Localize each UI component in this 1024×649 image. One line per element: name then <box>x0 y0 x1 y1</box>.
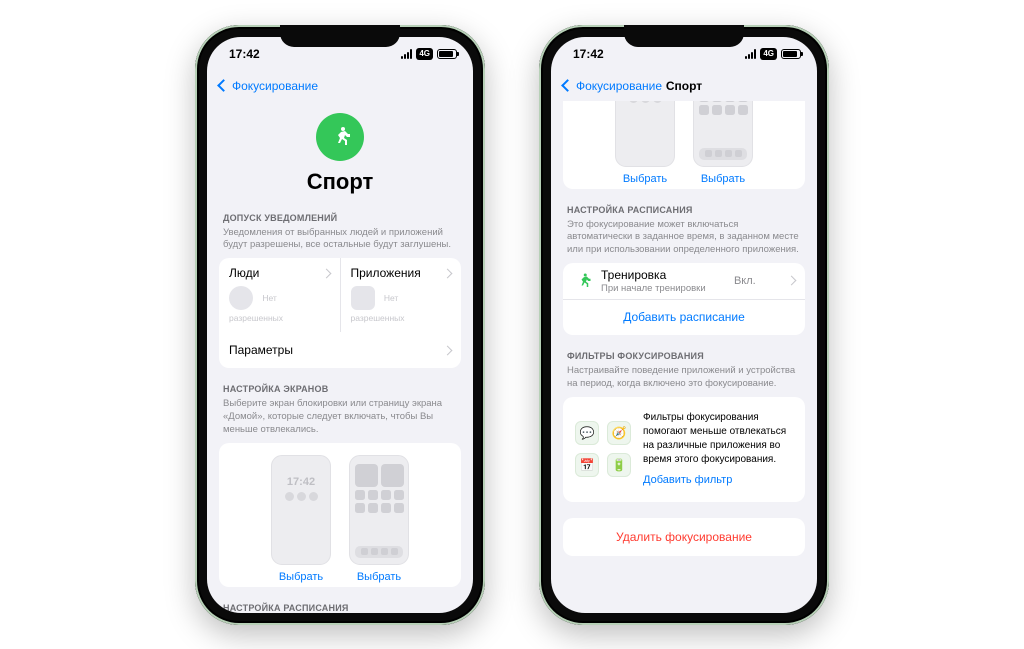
card-notifications: Люди Нет разрешенных Приложения <box>219 258 461 368</box>
select-home-button[interactable]: Выбрать <box>349 571 409 583</box>
section-header-notifications: ДОПУСК УВЕДОМЛЕНИЙ <box>223 213 457 223</box>
workout-state: Вкл. <box>734 275 756 287</box>
card-schedule: Тренировка При начале тренировки Вкл. До… <box>563 263 805 335</box>
chevron-right-icon <box>321 268 331 278</box>
workout-sub: При начале тренировки <box>601 283 706 294</box>
signal-icon <box>745 49 756 59</box>
battery-icon <box>437 49 457 59</box>
chevron-right-icon <box>443 345 453 355</box>
home-screen-preview[interactable]: Выбрать <box>349 455 409 583</box>
options-label: Параметры <box>229 343 293 357</box>
people-label: Люди <box>229 266 259 280</box>
content: 17:42 Выбрать Выбрать <box>551 101 817 613</box>
screen: 17:42 4G Фокусирование Спорт 17:42 <box>551 37 817 613</box>
lock-screen-preview[interactable]: 17:42 Выбрать <box>271 455 331 583</box>
apps-label: Приложения <box>351 266 421 280</box>
workout-label: Тренировка <box>601 268 706 282</box>
notch <box>280 25 400 47</box>
content: Спорт ДОПУСК УВЕДОМЛЕНИЙ Уведомления от … <box>207 101 473 613</box>
safari-tile-icon: 🧭 <box>607 421 631 445</box>
lock-screen-preview[interactable]: 17:42 Выбрать <box>615 101 675 185</box>
network-badge: 4G <box>416 48 433 60</box>
page-title: Спорт <box>219 169 461 195</box>
battery-icon <box>781 49 801 59</box>
apps-cell[interactable]: Приложения Нет разрешенных <box>341 258 462 332</box>
workout-row[interactable]: Тренировка При начале тренировки Вкл. <box>563 263 805 299</box>
home-screen-preview[interactable]: Выбрать <box>693 101 753 185</box>
card-screens: 17:42 Выбрать Выбрать <box>563 101 805 189</box>
nav-bar: Фокусирование <box>207 71 473 101</box>
messages-tile-icon: 💬 <box>575 421 599 445</box>
filters-desc: Фильтры фокусирования помогают меньше от… <box>643 412 786 465</box>
screen: 17:42 4G Фокусирование Спорт ДОПУСК УВЕД… <box>207 37 473 613</box>
mini-lock-time: 17:42 <box>287 476 315 488</box>
notch <box>624 25 744 47</box>
back-button[interactable]: Фокусирование <box>232 79 318 93</box>
section-caption-filters: Настраивайте поведение приложений и устр… <box>563 365 805 397</box>
card-delete: Удалить фокусирование <box>563 518 805 556</box>
status-time: 17:42 <box>229 47 260 61</box>
section-header-screens: НАСТРОЙКА ЭКРАНОВ <box>223 384 457 394</box>
filter-tiles: 💬 🧭 📅 🔋 <box>575 421 631 477</box>
battery-tile-icon: 🔋 <box>607 453 631 477</box>
delete-focus-button[interactable]: Удалить фокусирование <box>563 518 805 556</box>
back-chevron-icon[interactable] <box>217 79 230 92</box>
workout-icon <box>573 271 593 291</box>
add-schedule-button[interactable]: Добавить расписание <box>563 299 805 335</box>
calendar-tile-icon: 📅 <box>575 453 599 477</box>
section-header-schedule: НАСТРОЙКА РАСПИСАНИЯ <box>567 205 801 215</box>
select-home-button[interactable]: Выбрать <box>693 173 753 185</box>
network-badge: 4G <box>760 48 777 60</box>
running-icon <box>316 113 364 161</box>
add-schedule-label: Добавить расписание <box>563 310 805 324</box>
status-right: 4G <box>745 48 801 60</box>
select-lock-button[interactable]: Выбрать <box>615 173 675 185</box>
chevron-right-icon <box>787 276 797 286</box>
section-caption-notifications: Уведомления от выбранных людей и приложе… <box>219 227 461 259</box>
avatar-placeholder-icon <box>229 286 253 310</box>
section-caption-schedule: Это фокусирование может включаться автом… <box>563 219 805 263</box>
section-caption-screens: Выберите экран блокировки или страницу э… <box>219 398 461 442</box>
chevron-right-icon <box>443 268 453 278</box>
signal-icon <box>401 49 412 59</box>
app-placeholder-icon <box>351 286 375 310</box>
card-filters: 💬 🧭 📅 🔋 Фильтры фокусирования помогают м… <box>563 397 805 502</box>
phone-left: 17:42 4G Фокусирование Спорт ДОПУСК УВЕД… <box>195 25 485 625</box>
section-header-filters: ФИЛЬТРЫ ФОКУСИРОВАНИЯ <box>567 351 801 361</box>
back-chevron-icon[interactable] <box>561 79 574 92</box>
card-screens: 17:42 Выбрать Выбрать <box>219 443 461 587</box>
add-filter-button[interactable]: Добавить фильтр <box>643 473 793 488</box>
section-header-schedule: НАСТРОЙКА РАСПИСАНИЯ <box>223 603 457 613</box>
select-lock-button[interactable]: Выбрать <box>271 571 331 583</box>
nav-bar: Фокусирование Спорт <box>551 71 817 101</box>
hero: Спорт <box>219 101 461 213</box>
back-button[interactable]: Фокусирование <box>576 79 662 93</box>
phone-right: 17:42 4G Фокусирование Спорт 17:42 <box>539 25 829 625</box>
status-time: 17:42 <box>573 47 604 61</box>
people-cell[interactable]: Люди Нет разрешенных <box>219 258 341 332</box>
options-row[interactable]: Параметры <box>219 332 461 368</box>
status-right: 4G <box>401 48 457 60</box>
